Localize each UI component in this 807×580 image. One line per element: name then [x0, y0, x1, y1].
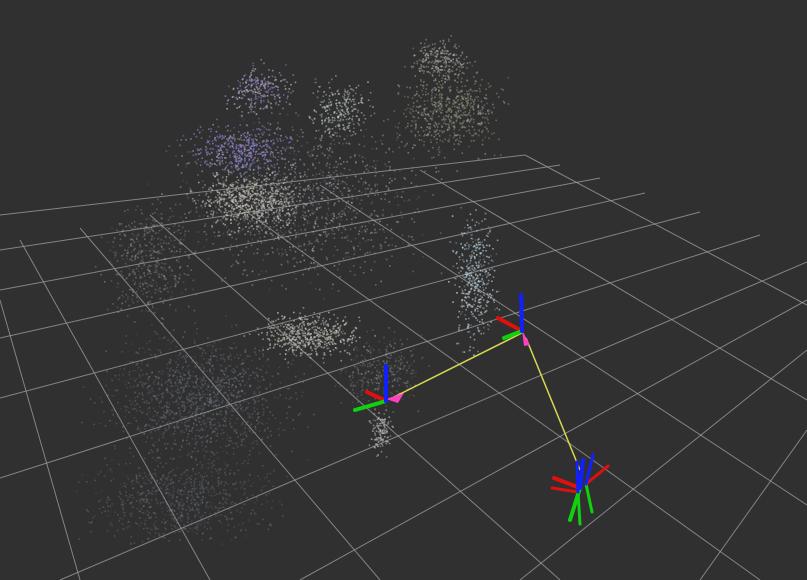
z-axis: [575, 460, 580, 494]
z-axis: [519, 293, 524, 333]
3d-viewport[interactable]: [0, 0, 807, 580]
scene-background: [0, 0, 807, 580]
y-axis: [576, 490, 582, 526]
3d-scene[interactable]: [0, 0, 807, 580]
